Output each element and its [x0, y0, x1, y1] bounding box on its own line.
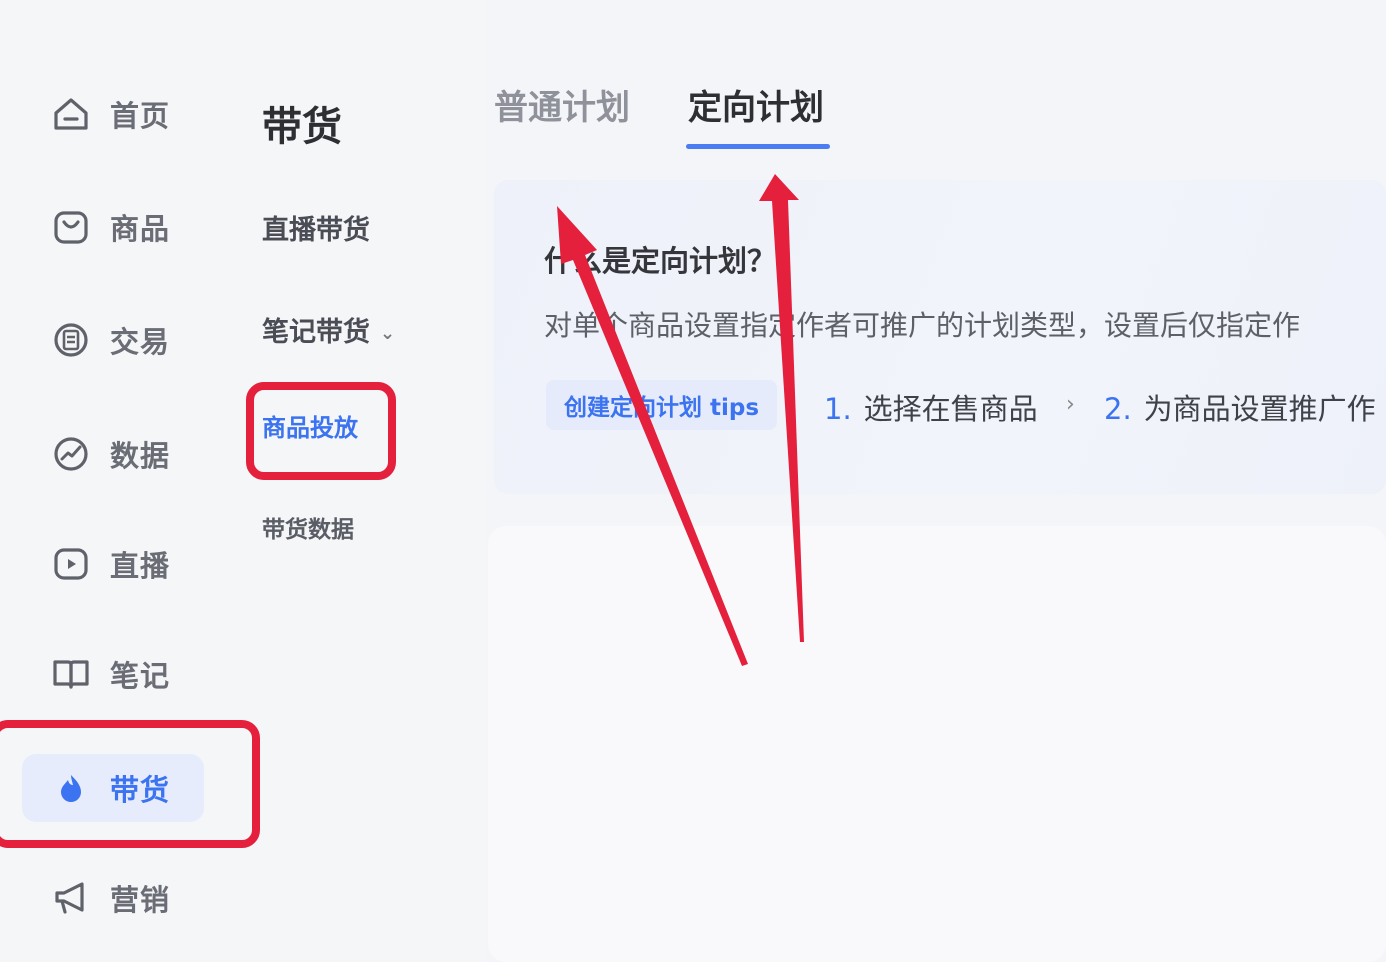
annotation-arrow-left — [557, 206, 748, 666]
annotation-arrow-right — [759, 174, 804, 642]
annotation-arrows — [557, 174, 804, 666]
